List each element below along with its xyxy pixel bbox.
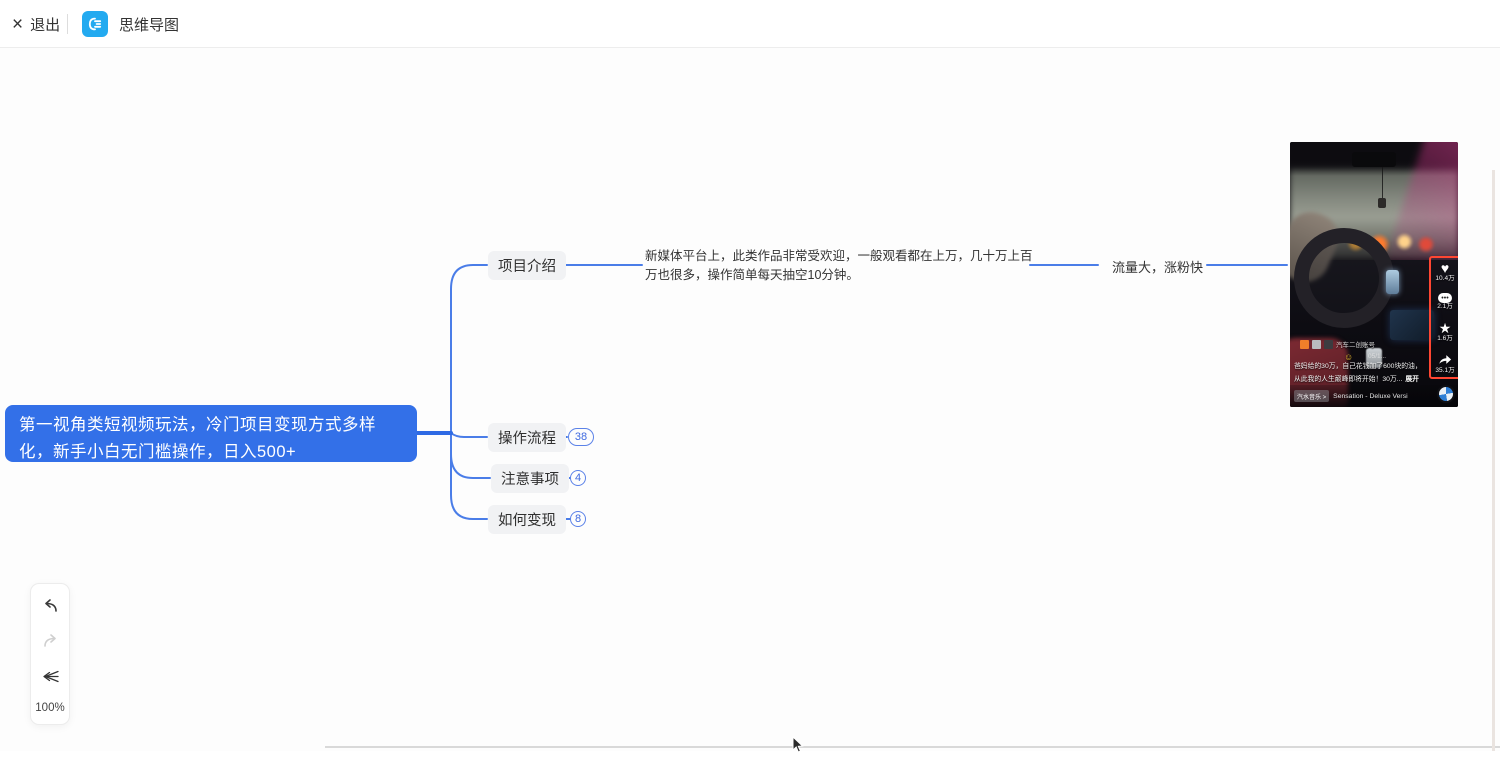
node-precautions[interactable]: 注意事项: [491, 464, 569, 493]
bottom-progress-line: [325, 746, 1500, 748]
video-caption: 爸妈给的30万，自己花钱加了600块的油， 从此我的人生巅峰即将开始！30万..…: [1294, 361, 1444, 387]
zoom-level[interactable]: 100%: [35, 702, 64, 714]
music-bar: 汽水音乐 > Sensation - Deluxe Versi: [1290, 385, 1458, 407]
video-sticker-row: 汽车二创账号: [1300, 339, 1375, 349]
connector-lines: [0, 48, 1500, 751]
mindmap-logo-icon: [82, 11, 108, 37]
share-icon: [1438, 353, 1452, 367]
comment-stat: ••• 2.1万: [1437, 293, 1453, 311]
caption-line-1: 爸妈给的30万，自己花钱加了600块的油，: [1294, 363, 1422, 370]
music-app-badge[interactable]: 汽水音乐 >: [1294, 390, 1329, 402]
topbar-divider: [67, 14, 68, 34]
video-timestamp: 05/1...: [1368, 353, 1386, 360]
favorite-count: 1.6万: [1437, 336, 1453, 343]
comment-icon: •••: [1438, 293, 1452, 303]
node-video-thumbnail[interactable]: ♥ 10.4万 ••• 2.1万 ★ 1.6万 35.1万: [1290, 142, 1458, 407]
vertical-scrollbar[interactable]: [1492, 170, 1495, 751]
star-icon: ★: [1439, 321, 1452, 335]
expand-link[interactable]: 展开: [1405, 376, 1419, 383]
sticker-dark: [1324, 340, 1333, 349]
sticker-orange: [1300, 340, 1309, 349]
mirror-charm-string: [1382, 167, 1383, 199]
canvas-toolbar: 100%: [30, 583, 70, 725]
music-disc-icon[interactable]: [1437, 385, 1455, 403]
share-count: 35.1万: [1435, 368, 1454, 375]
caption-line-2: 从此我的人生巅峰即将开始！30万...: [1294, 376, 1402, 383]
collapsed-count-badge-monetize[interactable]: 8: [570, 511, 586, 527]
mirror-charm: [1378, 198, 1386, 208]
mouse-cursor: [791, 736, 805, 759]
music-title: Sensation - Deluxe Versi: [1333, 393, 1454, 400]
highlighted-action-rail: ♥ 10.4万 ••• 2.1万 ★ 1.6万 35.1万: [1429, 256, 1458, 379]
center-root-button[interactable]: [40, 667, 60, 687]
sticker-gray: [1312, 340, 1321, 349]
close-icon: ×: [12, 15, 23, 34]
page-title: 思维导图: [119, 14, 179, 35]
share-stat: 35.1万: [1435, 353, 1454, 375]
rearview-mirror: [1352, 152, 1396, 167]
undo-button[interactable]: [40, 596, 60, 616]
node-project-intro[interactable]: 项目介绍: [488, 251, 566, 280]
account-tag: 汽车二创账号: [1336, 339, 1375, 349]
exit-button[interactable]: × 退出: [12, 0, 60, 48]
collapsed-count-badge-notes[interactable]: 4: [570, 470, 586, 486]
like-count: 10.4万: [1435, 276, 1454, 283]
phone-mount: [1386, 270, 1399, 294]
node-monetization[interactable]: 如何变现: [488, 505, 566, 534]
node-intro-detail[interactable]: 新媒体平台上，此类作品非常受欢迎，一般观看都在上万，几十万上百万也很多，操作简单…: [645, 247, 1033, 285]
node-operation-flow[interactable]: 操作流程: [488, 423, 566, 452]
node-traffic[interactable]: 流量大，涨粉快: [1112, 257, 1203, 276]
redo-button[interactable]: [40, 631, 60, 651]
collapsed-count-badge-process[interactable]: 38: [568, 428, 594, 446]
console-screen: [1390, 310, 1434, 340]
favorite-stat: ★ 1.6万: [1437, 321, 1453, 343]
exit-label: 退出: [30, 14, 60, 35]
comment-count: 2.1万: [1437, 304, 1453, 311]
mindmap-canvas[interactable]: 第一视角类短视频玩法，冷门项目变现方式多样化，新手小白无门槛操作，日入500+ …: [0, 48, 1500, 751]
top-bar: × 退出 思维导图: [0, 0, 1500, 48]
app-logo-group: 思维导图: [82, 0, 179, 48]
heart-icon: ♥: [1441, 261, 1449, 275]
root-node[interactable]: 第一视角类短视频玩法，冷门项目变现方式多样化，新手小白无门槛操作，日入500+: [5, 405, 417, 462]
like-stat: ♥ 10.4万: [1435, 261, 1454, 283]
